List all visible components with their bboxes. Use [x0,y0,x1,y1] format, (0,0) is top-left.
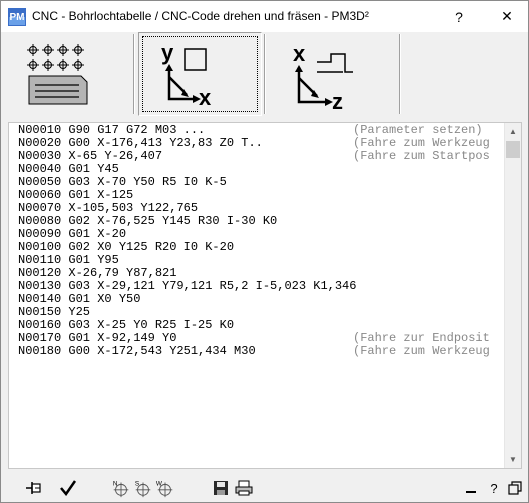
minimize-icon [466,491,476,493]
help-icon: ? [455,8,463,25]
crosshair-s-button[interactable]: S [133,478,153,498]
code-comment: (Fahre zum Startpos [353,149,490,163]
drill-table-icon [27,44,88,105]
milling-xy-button[interactable]: y x [138,32,262,116]
crosshair-w-button[interactable]: W [155,478,175,498]
scroll-thumb[interactable] [506,141,520,158]
confirm-button[interactable] [58,478,78,498]
scroll-down-button[interactable]: ▼ [505,451,521,468]
code-command: N00180 G00 X-172,543 Y251,434 M30 [18,344,256,358]
toolbar-separator [399,34,401,114]
turning-axis-z-label: z [332,89,343,114]
crosshair-s-icon: S [135,480,151,498]
pin-icon [26,482,41,494]
main-window: PM CNC - Bohrlochtabelle / CNC-Code dreh… [0,0,529,503]
crosshair-n-icon: N [113,480,129,498]
status-bar: N S W ? [1,473,528,502]
close-icon: ✕ [501,8,513,24]
checkmark-icon [60,480,77,496]
cnc-code-lines: N00010 G90 G17 G72 M03 ... (Parameter set… [9,124,505,468]
chevron-down-icon: ▼ [509,455,517,464]
mode-toolbar: y x x z [1,32,528,117]
crosshair-w-icon: W [156,480,173,498]
chevron-up-icon: ▲ [509,127,517,136]
turning-axis-x-label: x [293,41,306,66]
save-button[interactable] [211,478,231,498]
milling-axis-y-label: y [161,40,174,65]
window-title: CNC - Bohrlochtabelle / CNC-Code drehen … [32,9,369,23]
turning-xz-icon: x z [293,41,353,114]
code-line[interactable]: N00180 G00 X-172,543 Y251,434 M30 (Fahre … [9,345,505,358]
toolbar-separator [264,34,266,114]
title-bar[interactable]: PM CNC - Bohrlochtabelle / CNC-Code dreh… [1,1,528,32]
svg-text:PM: PM [10,12,25,23]
turning-xz-button[interactable]: x z [269,32,397,116]
title-help-button[interactable]: ? [441,1,477,32]
toolbar-separator [133,34,135,114]
pin-button[interactable] [25,478,45,498]
close-button[interactable]: ✕ [489,1,525,32]
vertical-scrollbar[interactable]: ▲ ▼ [504,123,521,468]
minimize-button[interactable] [461,478,481,498]
milling-xy-icon: y x [161,40,212,110]
restore-button[interactable] [505,478,525,498]
cnc-code-listbox[interactable]: N00010 G90 G17 G72 M03 ... (Parameter set… [8,122,522,469]
save-icon [214,481,228,495]
restore-icon [508,481,522,495]
drill-table-button[interactable] [3,32,131,116]
app-logo-icon: PM [8,8,26,26]
code-comment: (Fahre zum Werkzeug [353,344,490,358]
milling-axis-x-label: x [199,85,212,110]
print-icon [235,480,253,496]
status-help-button[interactable]: ? [484,478,504,498]
crosshair-s-label: S [135,480,139,487]
crosshair-n-button[interactable]: N [111,478,131,498]
crosshair-n-label: N [113,480,118,487]
crosshair-w-label: W [156,480,162,487]
help-icon: ? [490,480,498,496]
scroll-up-button[interactable]: ▲ [505,123,521,140]
print-button[interactable] [234,478,254,498]
